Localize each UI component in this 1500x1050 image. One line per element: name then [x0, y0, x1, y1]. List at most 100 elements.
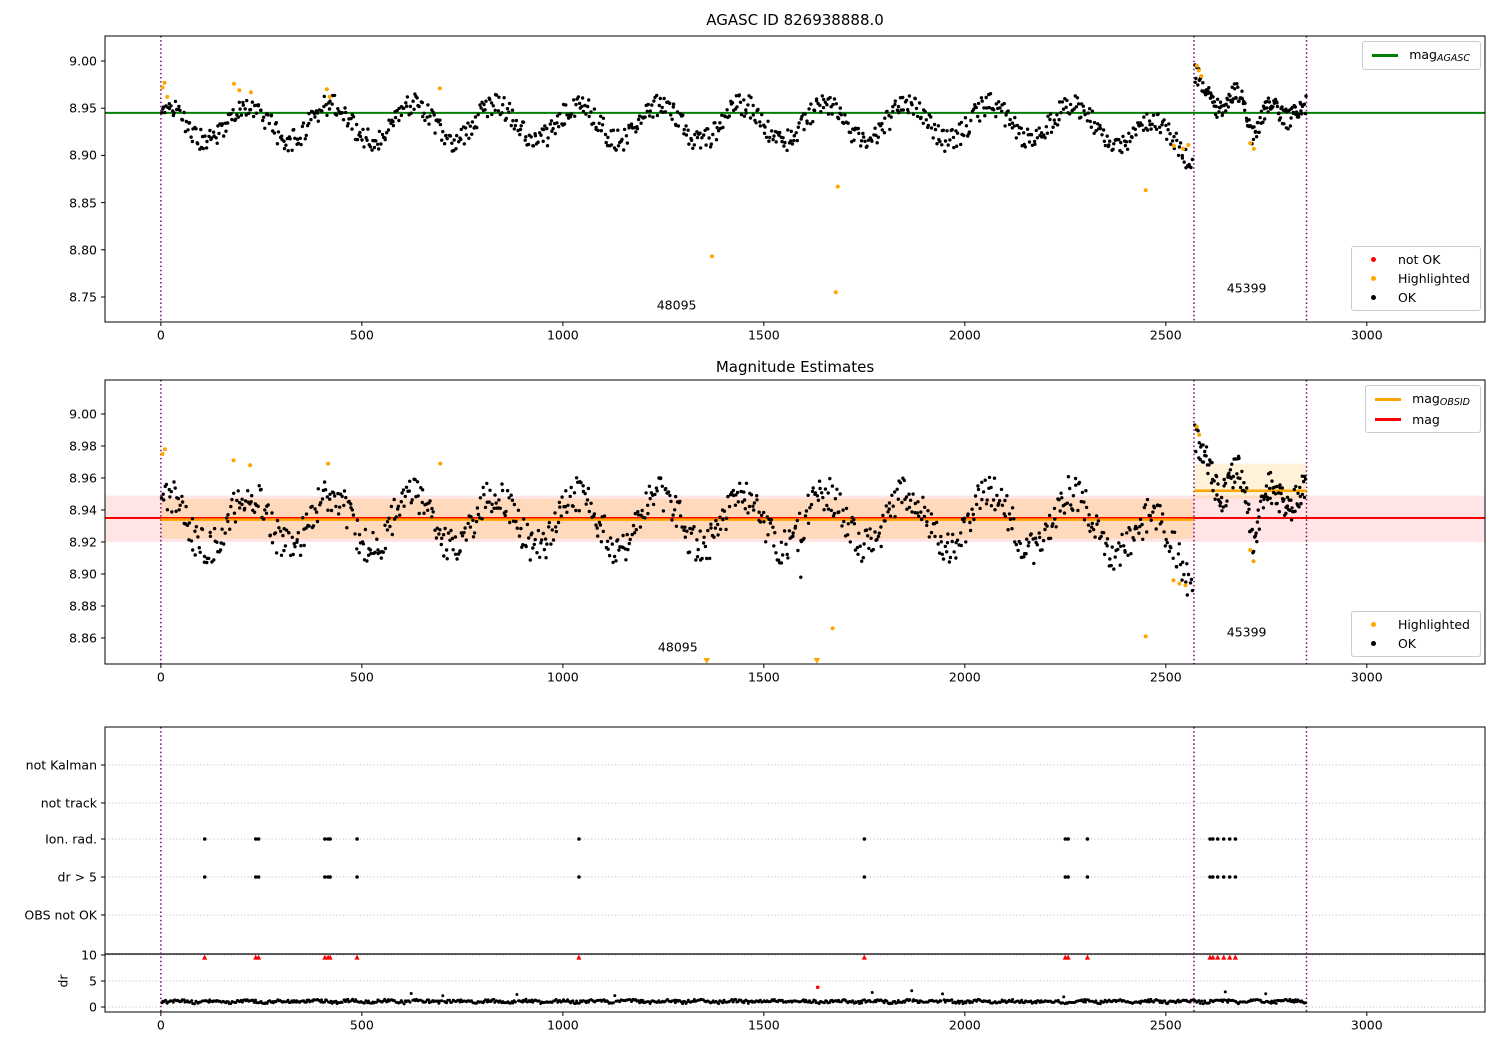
ok-point: [355, 547, 359, 551]
ok-point: [981, 490, 986, 494]
ok-point: [574, 102, 578, 107]
ok-point: [1201, 443, 1205, 447]
ok-point: [1083, 112, 1087, 117]
ok-point: [767, 139, 771, 143]
ok-point: [1264, 484, 1269, 488]
ok-point: [314, 510, 319, 514]
ok-point: [1267, 100, 1272, 104]
dr-outlier-point: [815, 985, 820, 990]
ok-point: [276, 130, 281, 134]
ok-point: [689, 531, 694, 535]
ok-point: [440, 536, 444, 540]
ok-point: [541, 531, 545, 536]
highlighted-point: [1177, 581, 1182, 586]
ok-point: [866, 534, 870, 538]
y-tick-label: 8.90: [69, 566, 97, 582]
ok-point: [662, 96, 666, 101]
y-tick-label: 8.90: [69, 147, 97, 163]
ok-point: [835, 487, 839, 491]
ok-point: [1172, 134, 1176, 139]
dr-point: [1273, 999, 1277, 1003]
ok-point: [345, 526, 349, 530]
ok-point: [174, 509, 178, 513]
ok-point: [1224, 109, 1228, 113]
ok-point: [846, 533, 850, 537]
ok-point: [594, 523, 598, 527]
ok-point: [992, 108, 996, 112]
ok-point: [402, 504, 406, 508]
ok-point: [780, 139, 784, 144]
ok-point: [522, 517, 526, 521]
ok-point: [510, 108, 515, 112]
ok-point: [948, 555, 953, 560]
ok-point: [187, 121, 192, 125]
ok-point: [639, 121, 643, 125]
dr-point: [340, 1000, 344, 1004]
ok-point: [513, 123, 518, 128]
ok-point: [1012, 517, 1016, 521]
ok-point: [385, 528, 390, 532]
ok-point: [914, 106, 919, 111]
legend-dot-sample: [1360, 257, 1388, 262]
ok-point: [980, 99, 984, 103]
ok-point: [512, 502, 517, 507]
ok-point: [896, 497, 900, 501]
legend-label: not OK: [1397, 252, 1441, 267]
ok-point: [1254, 531, 1258, 535]
x-tick-label: 1000: [546, 1017, 579, 1033]
ok-point: [888, 127, 892, 132]
ok-point: [488, 97, 492, 102]
ok-point: [485, 114, 490, 119]
ok-point: [478, 103, 482, 107]
ok-point: [1215, 115, 1219, 119]
ok-point: [1204, 454, 1208, 458]
ok-point: [786, 128, 790, 132]
ok-point: [1257, 515, 1261, 519]
ok-point: [454, 147, 458, 151]
ok-point: [320, 109, 324, 113]
ok-point: [239, 113, 244, 117]
dr-point: [1011, 998, 1015, 1001]
ok-point: [475, 506, 480, 510]
ok-point: [684, 133, 689, 137]
ok-point: [1008, 517, 1013, 521]
ok-point: [599, 114, 603, 119]
ok-point: [440, 138, 444, 142]
ok-point: [1084, 505, 1089, 510]
ok-point: [786, 556, 790, 560]
ok-point: [361, 127, 365, 132]
ok-point: [968, 520, 972, 525]
ok-point: [560, 495, 564, 499]
ok-point: [889, 115, 893, 119]
ok-point: [945, 541, 950, 545]
ok-point: [1189, 165, 1193, 170]
ok-point: [985, 498, 989, 502]
ok-point: [645, 109, 649, 114]
dr-gt5-flag-point: [355, 875, 359, 879]
ok-point: [791, 534, 795, 538]
ok-point: [293, 544, 297, 549]
ok-point: [708, 556, 712, 561]
ok-point: [1132, 538, 1136, 542]
ok-point: [984, 95, 988, 100]
ok-point: [509, 123, 513, 128]
ok-point: [718, 515, 722, 519]
ok-point: [733, 503, 738, 507]
ok-point: [1170, 139, 1175, 143]
ok-point: [917, 514, 921, 518]
ok-point: [1289, 116, 1293, 120]
ok-point: [328, 497, 332, 501]
ok-point: [989, 504, 994, 508]
ok-point: [300, 124, 305, 129]
ok-point: [1059, 111, 1063, 115]
highlighted-point: [438, 461, 443, 466]
ok-point: [1280, 105, 1284, 109]
ok-point: [526, 142, 531, 147]
ok-point: [1084, 489, 1088, 493]
ok-point: [531, 144, 536, 148]
ok-point: [519, 124, 523, 128]
ok-point: [743, 507, 747, 511]
ok-point: [1293, 509, 1297, 513]
ok-point: [1250, 527, 1255, 532]
dr-gt5-flag-point: [1221, 875, 1226, 879]
